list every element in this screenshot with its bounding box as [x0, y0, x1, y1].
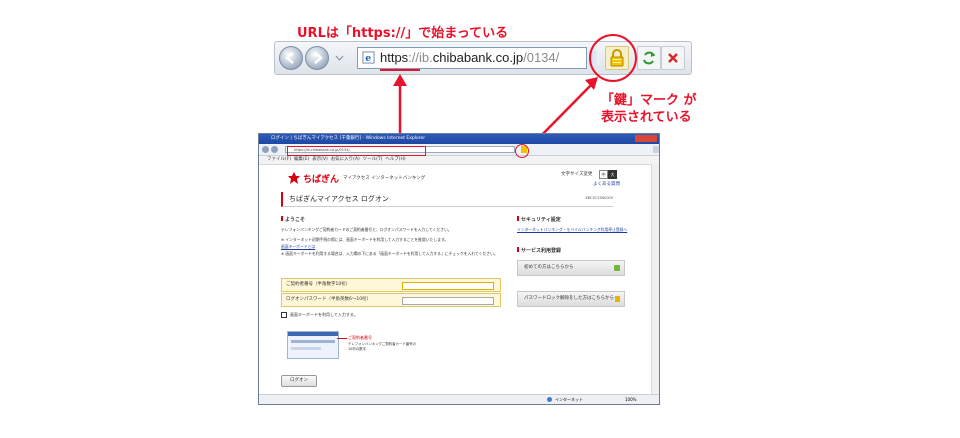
welcome-title: ようこそ — [281, 216, 305, 223]
internet-zone-icon — [547, 397, 552, 402]
card-image — [287, 331, 339, 359]
small-address-highlight — [287, 146, 426, 156]
brand-name: ちばぎん — [303, 175, 340, 185]
window-close-icon[interactable] — [635, 135, 657, 142]
keyboard-link[interactable]: 画面キーボードとは — [281, 244, 315, 250]
keyboard-checkbox-row: 画面キーボードを利用して入力する。 — [281, 312, 358, 318]
note-1: ※ インターネット初期手続の際には、画面キーボードを利用して入力することを推奨い… — [281, 237, 449, 242]
password-label: ログオンパスワード（半角英数6〜10桁） — [286, 297, 372, 302]
security-title: セキュリティ設定 — [517, 216, 561, 223]
small-forward-icon[interactable] — [271, 146, 278, 153]
browser-screenshot: ログイン | ちばぎんマイアクセス [千葉銀行] - Windows Inter… — [258, 133, 660, 405]
page-heading-box: ちばぎんマイアクセス ログオン KBC0133N0000 — [281, 192, 613, 207]
page-content: ちばぎん マイアクセス インターネットバンキング 文字サイズ変更 中 大 よくあ… — [271, 167, 647, 392]
first-time-button[interactable]: 初めての方はこちらから — [517, 260, 625, 276]
service-marker — [517, 247, 519, 252]
chibagin-logo-icon — [288, 172, 300, 184]
account-number-row: ご契約者番号（半角数字10桁） — [281, 278, 501, 292]
page-code: KBC0133N0000 — [585, 196, 613, 200]
card-pointer-line — [337, 338, 347, 339]
service-title-text: サービス利用登録 — [521, 248, 562, 254]
password-unlock-button[interactable]: パスワードロック解除をした方はこちらから — [517, 291, 625, 307]
menu-tools[interactable]: ツール(T) — [363, 157, 383, 162]
vertical-scrollbar[interactable] — [651, 164, 659, 396]
menu-bar: ファイル(F) 編集(E) 表示(V) お気に入り(A) ツール(T) ヘルプ(… — [259, 156, 659, 165]
url-arrow-head — [393, 74, 407, 86]
password-unlock-label: パスワードロック解除をした方はこちらから — [524, 296, 614, 301]
status-bar: インターネット 100% — [259, 394, 659, 404]
font-large-button[interactable]: 大 — [608, 170, 617, 179]
font-size-label: 文字サイズ変更 — [561, 172, 593, 177]
small-back-icon[interactable] — [262, 146, 269, 153]
account-number-input[interactable] — [402, 282, 494, 290]
window-title: ログイン | ちばぎんマイアクセス [千葉銀行] - Windows Inter… — [271, 136, 426, 141]
small-lock-icon — [615, 296, 620, 302]
page-heading: ちばぎんマイアクセス ログオン — [289, 195, 389, 203]
welcome-title-text: ようこそ — [285, 217, 306, 223]
brand-subtitle: マイアクセス インターネットバンキング — [343, 176, 426, 181]
logon-button[interactable]: ログオン — [281, 375, 317, 387]
menu-help[interactable]: ヘルプ(H) — [385, 157, 405, 162]
password-row: ログオンパスワード（半角英数6〜10桁） — [281, 293, 501, 307]
status-zoom-text[interactable]: 100% — [625, 395, 636, 404]
small-lock-highlight — [515, 144, 529, 158]
faq-link[interactable]: よくある質問 — [593, 181, 620, 187]
keyboard-checkbox-label: 画面キーボードを利用して入力する。 — [290, 312, 358, 317]
status-zone-text: インターネット — [555, 397, 583, 402]
account-number-label: ご契約者番号（半角数字10桁） — [286, 282, 351, 287]
keyboard-checkbox[interactable] — [281, 312, 287, 318]
menu-file[interactable]: ファイル(F) — [267, 157, 291, 162]
service-title: サービス利用登録 — [517, 247, 561, 254]
menu-favorites[interactable]: お気に入り(A) — [331, 157, 360, 162]
note-2: ※ 画面キーボードを利用する場合は、入力欄の下にある「画面キーボードを利用して入… — [281, 251, 498, 256]
security-link[interactable]: インターネットバンキング・モバイルバンキング利用停止登録へ — [517, 227, 633, 232]
card-caption-3: 10桁の数字 — [348, 347, 366, 351]
welcome-marker — [281, 216, 283, 221]
menu-view[interactable]: 表示(V) — [312, 157, 328, 162]
security-title-text: セキュリティ設定 — [521, 217, 561, 223]
small-search-icon[interactable] — [653, 146, 659, 153]
welcome-text: テレフォンバンキングご契約者カードのご契約者番号と、ログオンパスワードを入力して… — [281, 227, 452, 232]
window-title-bar: ログイン | ちばぎんマイアクセス [千葉銀行] - Windows Inter… — [259, 134, 659, 144]
first-time-label: 初めての方はこちらから — [524, 265, 574, 270]
font-medium-button[interactable]: 中 — [599, 170, 608, 179]
security-marker — [517, 216, 519, 221]
beginner-mark-icon — [614, 265, 620, 271]
menu-edit[interactable]: 編集(E) — [294, 157, 309, 162]
password-input[interactable] — [402, 297, 494, 305]
